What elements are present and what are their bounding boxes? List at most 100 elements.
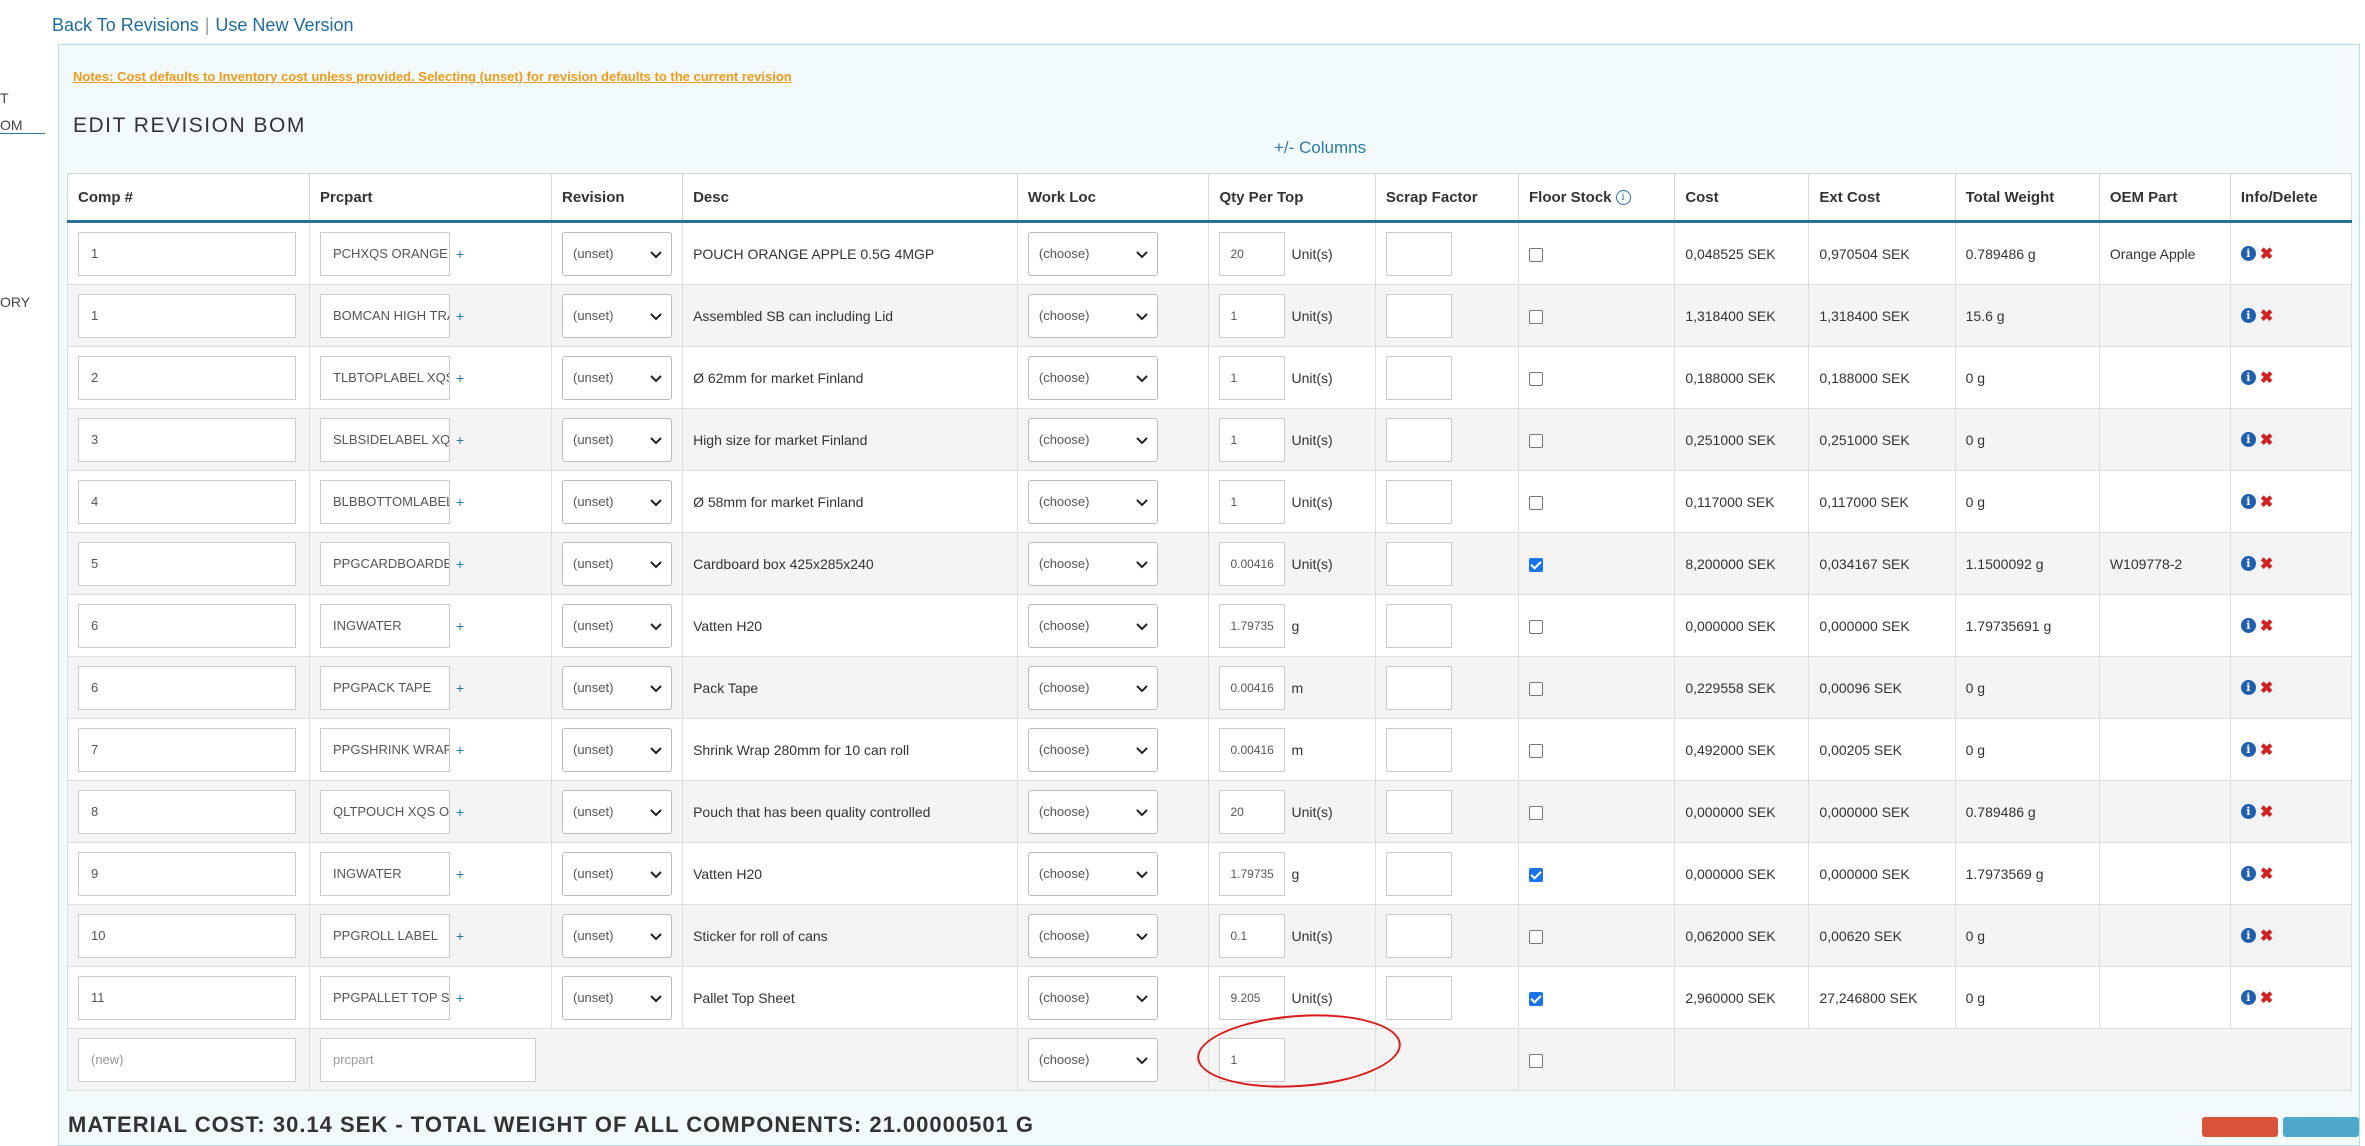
revision-select[interactable]: (unset): [562, 789, 672, 834]
revision-select[interactable]: (unset): [562, 355, 672, 400]
comp-input[interactable]: 2: [78, 355, 296, 400]
prcpart-input[interactable]: QLTPOUCH XQS ORANGE: [320, 789, 450, 834]
workloc-select[interactable]: (choose): [1027, 355, 1158, 400]
plus-icon[interactable]: +: [456, 680, 464, 696]
workloc-select[interactable]: (choose): [1027, 417, 1158, 462]
comp-input[interactable]: 9: [78, 851, 296, 896]
revision-select[interactable]: (unset): [562, 417, 672, 462]
workloc-select[interactable]: (choose): [1027, 851, 1158, 896]
scrap-factor-input[interactable]: [1385, 727, 1452, 772]
workloc-select[interactable]: (choose): [1027, 231, 1158, 276]
new-qty-input[interactable]: 1: [1219, 1037, 1286, 1082]
header-floor[interactable]: Floor Stock i: [1518, 173, 1676, 223]
plus-icon[interactable]: +: [456, 618, 464, 634]
revision-select[interactable]: (unset): [562, 913, 672, 958]
floor-stock-checkbox[interactable]: [1529, 495, 1544, 510]
scrap-factor-input[interactable]: [1385, 293, 1452, 338]
header-scrap[interactable]: Scrap Factor: [1374, 173, 1520, 223]
delete-icon[interactable]: ✖: [2260, 926, 2273, 946]
comp-input[interactable]: 4: [78, 479, 296, 524]
scrap-factor-input[interactable]: [1385, 851, 1452, 896]
header-weight[interactable]: Total Weight: [1954, 173, 2100, 223]
qty-input[interactable]: 9.205: [1219, 975, 1286, 1020]
plus-icon[interactable]: +: [456, 804, 464, 820]
scrap-factor-input[interactable]: [1385, 541, 1452, 586]
delete-icon[interactable]: ✖: [2260, 864, 2273, 884]
info-icon[interactable]: i: [2240, 494, 2256, 509]
prcpart-input[interactable]: INGWATER: [320, 851, 450, 896]
prcpart-input[interactable]: BOMCAN HIGH TRAY: [320, 293, 450, 338]
floor-stock-checkbox[interactable]: [1529, 805, 1544, 820]
plus-icon[interactable]: +: [456, 308, 464, 324]
workloc-select[interactable]: (choose): [1027, 479, 1158, 524]
columns-toggle-link[interactable]: +/- Columns: [1274, 138, 1366, 158]
revision-select[interactable]: (unset): [562, 231, 672, 276]
scrap-factor-input[interactable]: [1385, 975, 1452, 1020]
floor-stock-checkbox[interactable]: [1529, 557, 1544, 572]
prcpart-input[interactable]: PPGROLL LABEL: [320, 913, 450, 958]
delete-icon[interactable]: ✖: [2260, 678, 2273, 698]
qty-input[interactable]: 1: [1219, 417, 1286, 462]
scrap-factor-input[interactable]: [1385, 665, 1452, 710]
delete-icon[interactable]: ✖: [2260, 368, 2273, 388]
floor-stock-checkbox[interactable]: [1529, 681, 1544, 696]
workloc-select[interactable]: (choose): [1027, 541, 1158, 586]
save-button[interactable]: [2283, 1117, 2359, 1137]
plus-icon[interactable]: +: [456, 928, 464, 944]
floor-stock-checkbox[interactable]: [1529, 371, 1544, 386]
revision-select[interactable]: (unset): [562, 603, 672, 648]
new-prcpart-input[interactable]: prcpart: [320, 1037, 536, 1082]
workloc-select[interactable]: (choose): [1027, 975, 1158, 1020]
revision-select[interactable]: (unset): [562, 975, 672, 1020]
prcpart-input[interactable]: BLBBOTTOMLABEL: [320, 479, 450, 524]
qty-input[interactable]: 1: [1219, 293, 1286, 338]
plus-icon[interactable]: +: [456, 990, 464, 1006]
plus-icon[interactable]: +: [456, 494, 464, 510]
floor-stock-checkbox[interactable]: [1529, 309, 1544, 324]
delete-icon[interactable]: ✖: [2260, 306, 2273, 326]
delete-icon[interactable]: ✖: [2260, 988, 2273, 1008]
header-revision[interactable]: Revision: [550, 173, 684, 223]
info-icon[interactable]: i: [2240, 556, 2256, 571]
info-icon[interactable]: i: [2240, 618, 2256, 633]
qty-input[interactable]: 0.00416: [1219, 665, 1286, 710]
prcpart-input[interactable]: PPGSHRINK WRAP FILM: [320, 727, 450, 772]
comp-input[interactable]: 3: [78, 417, 296, 462]
plus-icon[interactable]: +: [456, 432, 464, 448]
qty-input[interactable]: 20: [1219, 231, 1286, 276]
header-prcpart[interactable]: Prcpart: [309, 173, 552, 223]
workloc-select[interactable]: (choose): [1027, 293, 1158, 338]
workloc-select[interactable]: (choose): [1027, 913, 1158, 958]
floor-stock-checkbox[interactable]: [1529, 743, 1544, 758]
header-qty[interactable]: Qty Per Top: [1208, 173, 1376, 223]
info-icon[interactable]: i: [2240, 928, 2256, 943]
plus-icon[interactable]: +: [456, 370, 464, 386]
scrap-factor-input[interactable]: [1385, 913, 1452, 958]
qty-input[interactable]: 1.79735: [1219, 851, 1286, 896]
back-to-revisions-link[interactable]: Back To Revisions: [52, 15, 199, 35]
scrap-factor-input[interactable]: [1385, 355, 1452, 400]
sidebar-fragment-3[interactable]: ORY: [0, 294, 30, 310]
floor-stock-checkbox[interactable]: [1529, 867, 1544, 882]
header-workloc[interactable]: Work Loc: [1016, 173, 1210, 223]
prcpart-input[interactable]: PPGCARDBOARDBOX: [320, 541, 450, 586]
plus-icon[interactable]: +: [456, 742, 464, 758]
prcpart-input[interactable]: PPGPACK TAPE: [320, 665, 450, 710]
plus-icon[interactable]: +: [456, 556, 464, 572]
delete-icon[interactable]: ✖: [2260, 430, 2273, 450]
revision-select[interactable]: (unset): [562, 541, 672, 586]
plus-icon[interactable]: +: [456, 866, 464, 882]
comp-input[interactable]: 1: [78, 293, 296, 338]
qty-input[interactable]: 0.00416: [1219, 727, 1286, 772]
header-oem[interactable]: OEM Part: [2098, 173, 2231, 223]
workloc-select[interactable]: (choose): [1027, 603, 1158, 648]
revision-select[interactable]: (unset): [562, 727, 672, 772]
floor-stock-checkbox[interactable]: [1529, 929, 1544, 944]
info-icon[interactable]: i: [2240, 866, 2256, 881]
prcpart-input[interactable]: PCHXQS ORANGE APPLE: [320, 231, 450, 276]
delete-icon[interactable]: ✖: [2260, 492, 2273, 512]
comp-input[interactable]: 6: [78, 603, 296, 648]
delete-icon[interactable]: ✖: [2260, 740, 2273, 760]
qty-input[interactable]: 20: [1219, 789, 1286, 834]
header-extcost[interactable]: Ext Cost: [1808, 173, 1956, 223]
